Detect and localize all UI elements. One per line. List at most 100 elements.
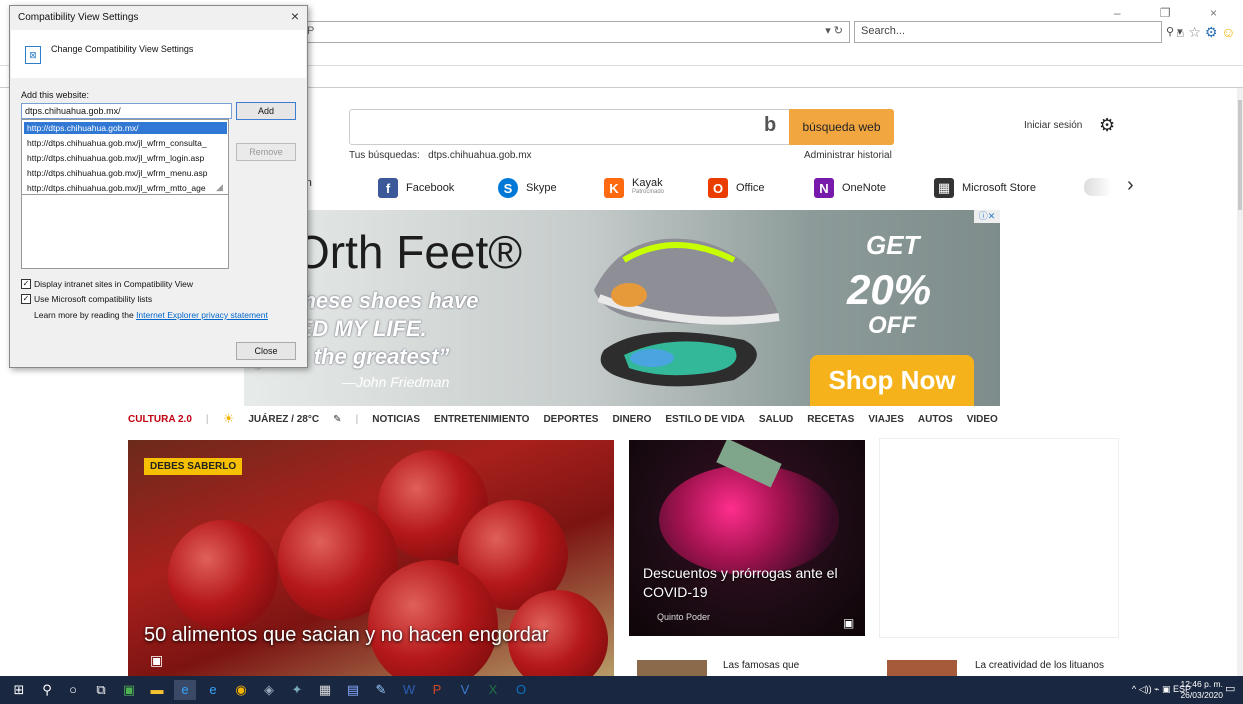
dialog-header: ⊠ Change Compatibility View Settings <box>11 30 306 78</box>
remove-button[interactable]: Remove <box>236 143 296 161</box>
close-icon[interactable]: × <box>291 8 299 24</box>
recent-search-link[interactable]: dtps.chihuahua.gob.mx <box>428 150 531 161</box>
nav-item[interactable]: VIAJES <box>868 414 904 425</box>
bing-search-input[interactable]: b <box>349 109 791 145</box>
browser-search-box[interactable]: Search... <box>854 21 1162 43</box>
list-item[interactable]: http://dtps.chihuahua.gob.mx/jl_wfrm_mtt… <box>24 182 227 194</box>
list-item[interactable]: http://dtps.chihuahua.gob.mx/jl_wfrm_con… <box>24 137 227 149</box>
checkbox-label: Display intranet sites in Compatibility … <box>34 279 194 289</box>
app-icon[interactable]: ◈ <box>258 680 280 700</box>
camera-icon: ▣ <box>150 652 164 668</box>
outlook-icon[interactable]: O <box>510 680 532 700</box>
word-icon[interactable]: W <box>398 680 420 700</box>
visio-icon[interactable]: V <box>454 680 476 700</box>
card-badge: DEBES SABERLO <box>144 458 243 475</box>
cortana-icon[interactable]: ○ <box>62 680 84 700</box>
close-button[interactable]: Close <box>236 342 296 360</box>
calculator-icon[interactable]: ▦ <box>314 680 336 700</box>
add-button[interactable]: Add <box>236 102 296 120</box>
news-card-covid[interactable]: Descuentos y prórrogas ante el COVID-19 … <box>629 440 865 636</box>
checkbox-checked-icon[interactable]: ✓ <box>21 279 31 289</box>
thumbnail-image <box>637 660 707 676</box>
task-view-icon[interactable]: ⧉ <box>90 680 112 700</box>
quicklink-onenote[interactable]: N OneNote <box>814 176 886 200</box>
nav-item[interactable]: DEPORTES <box>543 414 598 425</box>
nav-item[interactable]: ESTILO DE VIDA <box>665 414 744 425</box>
nav-weather[interactable]: JUÁREZ / 28°C <box>248 414 319 425</box>
resize-grip-icon[interactable]: ◢ <box>216 182 223 193</box>
window-controls[interactable]: – ❐ × <box>1114 6 1235 20</box>
privacy-statement-link[interactable]: Internet Explorer privacy statement <box>136 310 268 320</box>
quicklink-facebook[interactable]: f Facebook <box>378 176 454 200</box>
skype-icon: S <box>498 178 518 198</box>
bing-search-button[interactable]: búsqueda web <box>789 109 894 145</box>
quicklink-store[interactable]: ▦ Microsoft Store <box>934 176 1036 200</box>
quicklink-kayak[interactable]: K Kayak Patrocinado <box>604 176 664 200</box>
mini-card-title[interactable]: La creatividad de los lituanos <box>975 660 1104 671</box>
compatibility-icon: ⊠ <box>25 46 41 64</box>
windows-start-icon[interactable]: ⊞ <box>8 680 30 700</box>
notifications-icon[interactable]: ▭ <box>1225 682 1239 696</box>
nav-item[interactable]: SALUD <box>759 414 793 425</box>
scrollbar-thumb[interactable] <box>1238 100 1242 210</box>
store-icon: ▦ <box>934 178 954 198</box>
intranet-checkbox-row[interactable]: ✓ Display intranet sites in Compatibilit… <box>21 279 193 289</box>
list-item[interactable]: http://dtps.chihuahua.gob.mx/jl_wfrm_men… <box>24 167 227 179</box>
nav-item[interactable]: VIDEO <box>967 414 998 425</box>
checkbox-checked-icon[interactable]: ✓ <box>21 294 31 304</box>
settings-gear-icon[interactable]: ⚙ <box>1099 115 1115 136</box>
news-mini-card[interactable]: Las famosas que <box>629 652 865 676</box>
dialog-title: Compatibility View Settings <box>18 12 139 23</box>
excel-icon[interactable]: X <box>482 680 504 700</box>
compatibility-view-dialog: Compatibility View Settings × ⊠ Change C… <box>9 5 308 368</box>
nav-item[interactable]: NOTICIAS <box>372 414 420 425</box>
mini-card-title[interactable]: Las famosas que <box>723 660 799 671</box>
advertisement-banner[interactable]: Orth Feet® “These shoes have SAVED MY LI… <box>244 210 1000 406</box>
refresh-icon[interactable]: ▾ ↻ <box>825 24 843 37</box>
card-title[interactable]: Descuentos y prórrogas ante el COVID-19 <box>643 564 853 602</box>
quicklink-skype[interactable]: S Skype <box>498 176 557 200</box>
clock[interactable]: 12:46 p. m. 26/03/2020 <box>1180 679 1223 701</box>
ms-lists-checkbox-row[interactable]: ✓ Use Microsoft compatibility lists <box>21 294 152 304</box>
news-card-apples[interactable]: DEBES SABERLO 50 alimentos que sacian y … <box>128 440 614 676</box>
nav-item[interactable]: RECETAS <box>807 414 854 425</box>
quicklink-label: OneNote <box>842 182 887 194</box>
list-item[interactable]: http://dtps.chihuahua.gob.mx/ <box>24 122 227 134</box>
home-icon[interactable]: ⌂ <box>1176 24 1184 40</box>
manage-history-link[interactable]: Administrar historial <box>804 150 892 161</box>
chrome-icon[interactable]: ◉ <box>230 680 252 700</box>
ad-shop-now-button[interactable]: Shop Now <box>810 355 974 406</box>
list-item[interactable]: http://dtps.chihuahua.gob.mx/jl_wfrm_log… <box>24 152 227 164</box>
weather-sun-icon: ☀ <box>222 411 235 426</box>
quicklinks-next-icon[interactable]: › <box>1127 174 1134 197</box>
edit-pencil-icon[interactable]: ✎ <box>333 414 341 425</box>
app-icon[interactable]: ✦ <box>286 680 308 700</box>
powerpoint-icon[interactable]: P <box>426 680 448 700</box>
card-title[interactable]: 50 alimentos que sacian y no hacen engor… <box>144 624 549 647</box>
internet-explorer-icon[interactable]: e <box>174 680 196 700</box>
websites-list[interactable]: http://dtps.chihuahua.gob.mx/ http://dtp… <box>21 119 229 269</box>
address-bar[interactable]: P ▾ ↻ <box>250 21 850 43</box>
file-explorer-icon[interactable]: ▬ <box>146 680 168 700</box>
ad-choices-icon[interactable]: ⓘ✕ <box>974 210 1000 223</box>
edge-icon[interactable]: e <box>202 680 224 700</box>
app-icon[interactable]: ▣ <box>118 680 140 700</box>
nav-item[interactable]: DINERO <box>612 414 651 425</box>
signin-link[interactable]: Iniciar sesión <box>1024 120 1082 131</box>
app-icon[interactable]: ✎ <box>370 680 392 700</box>
facebook-icon: f <box>378 178 398 198</box>
nav-item[interactable]: ENTRETENIMIENTO <box>434 414 529 425</box>
nav-culture[interactable]: CULTURA 2.0 <box>128 414 192 425</box>
nav-item[interactable]: AUTOS <box>918 414 953 425</box>
recent-searches-label: Tus búsquedas: <box>349 150 420 161</box>
news-mini-card[interactable]: La creatividad de los lituanos <box>879 652 1117 676</box>
apple-image <box>168 520 278 630</box>
favorites-icon[interactable]: ☆ <box>1188 24 1201 40</box>
search-icon[interactable]: ⚲ <box>36 680 58 700</box>
tools-gear-icon[interactable]: ⚙ <box>1205 24 1218 40</box>
add-website-input[interactable]: dtps.chihuahua.gob.mx/ <box>21 103 232 119</box>
toolbar-icons[interactable]: ⌂ ☆ ⚙ ☺ <box>1176 24 1236 41</box>
smiley-feedback-icon[interactable]: ☺ <box>1221 24 1235 40</box>
quicklink-office[interactable]: O Office <box>708 176 765 200</box>
app-icon[interactable]: ▤ <box>342 680 364 700</box>
